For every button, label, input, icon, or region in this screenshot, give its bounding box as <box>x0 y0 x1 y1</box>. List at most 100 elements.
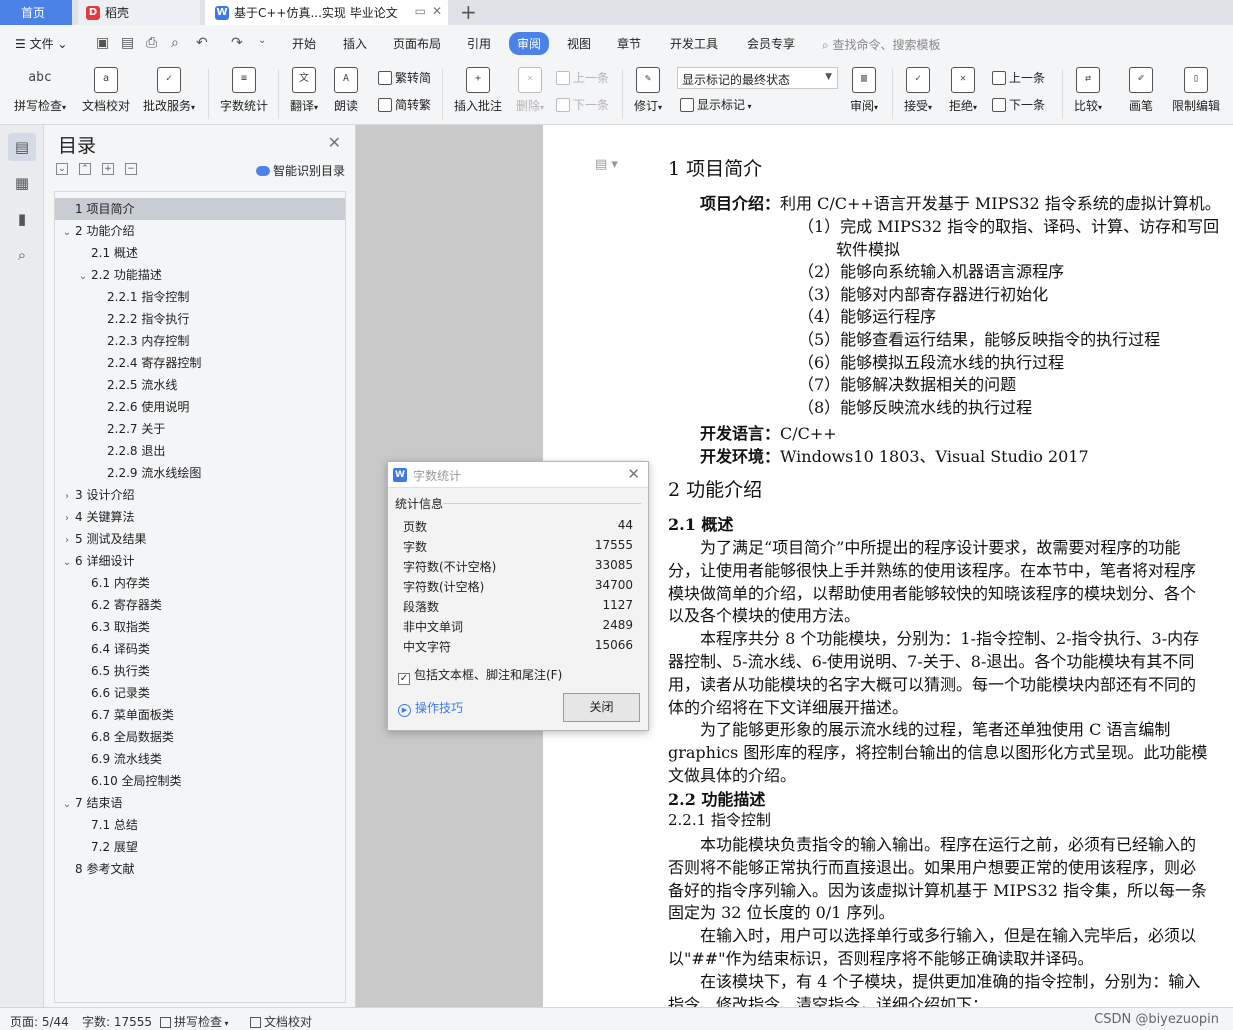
restrict-edit-button[interactable]: ▯ 限制编辑 <box>1170 67 1222 114</box>
tips-link[interactable]: ▶ 操作技巧 <box>398 699 463 717</box>
menu-member[interactable]: 会员专享 <box>747 35 795 52</box>
expand-up-icon[interactable]: ⌃ <box>79 163 91 175</box>
toc-item[interactable]: 7.1 总结 <box>55 814 345 836</box>
toc-item[interactable]: 2.2.8 退出 <box>55 440 345 462</box>
add-heading-icon[interactable]: + <box>102 163 114 175</box>
toc-item[interactable]: 2.2.3 内存控制 <box>55 330 345 352</box>
tab-document[interactable]: W 基于C++仿真...实现 毕业论文 ▭ ✕ <box>205 0 448 25</box>
insert-comment-button[interactable]: + 插入批注 <box>452 67 504 114</box>
toc-item[interactable]: › 5 测试及结果 <box>55 528 345 550</box>
find-icon[interactable]: ⌕ <box>8 241 36 269</box>
translate-button[interactable]: 文 翻译▾ <box>286 67 322 114</box>
tab-close-icon[interactable]: ✕ <box>432 4 442 18</box>
toc-item[interactable]: ⌄ 2.2 功能描述 <box>55 264 345 286</box>
status-doc-proof[interactable]: 文档校对 <box>250 1013 312 1030</box>
compare-button[interactable]: ⇄ 比较▾ <box>1070 67 1106 114</box>
prev-comment-button[interactable]: 上一条 <box>556 69 609 86</box>
word-count-button[interactable]: ≡ 字数统计 <box>218 67 270 114</box>
toc-item[interactable]: ⌄ 2 功能介绍 <box>55 220 345 242</box>
toc-item[interactable]: ⌄ 6 详细设计 <box>55 550 345 572</box>
chevron-right-icon[interactable]: › <box>61 486 73 508</box>
close-button[interactable]: 关闭 <box>563 693 640 722</box>
menu-insert[interactable]: 插入 <box>343 35 367 52</box>
accept-button[interactable]: ✓ 接受▾ <box>900 67 936 114</box>
toc-item[interactable]: 6.1 内存类 <box>55 572 345 594</box>
tab-pin-icon[interactable]: ▭ <box>415 4 426 18</box>
review-service-button[interactable]: ✓ 批改服务▾ <box>140 67 198 114</box>
export-pdf-icon[interactable]: ▤ <box>121 35 134 51</box>
review-pane-button[interactable]: ▥ 审阅▾ <box>846 67 882 114</box>
simp-to-trad-button[interactable]: 简转繁 <box>378 96 431 113</box>
reject-button[interactable]: ✕ 拒绝▾ <box>945 67 981 114</box>
toc-item[interactable]: 6.6 记录类 <box>55 682 345 704</box>
undo-icon[interactable]: ↶ <box>196 35 208 51</box>
word-count-indicator[interactable]: 字数: 17555 <box>82 1013 152 1030</box>
next-change-button[interactable]: 下一条 <box>992 96 1045 113</box>
tab-daoke[interactable]: D 稻壳 <box>78 0 200 25</box>
close-icon[interactable]: ✕ <box>328 133 341 152</box>
save-icon[interactable]: ▣ <box>96 35 109 51</box>
page-indicator[interactable]: 页面: 5/44 <box>10 1013 69 1030</box>
pen-button[interactable]: ✐ 画笔 <box>1123 67 1159 114</box>
toc-item[interactable]: › 3 设计介绍 <box>55 484 345 506</box>
chevron-down-icon[interactable]: ⌄ <box>77 266 89 288</box>
toc-item[interactable]: 7.2 展望 <box>55 836 345 858</box>
menu-view[interactable]: 视图 <box>567 35 591 52</box>
menu-review[interactable]: 审阅 <box>509 32 550 55</box>
toc-item[interactable]: 2.2.9 流水线绘图 <box>55 462 345 484</box>
menu-reference[interactable]: 引用 <box>467 35 491 52</box>
chevron-right-icon[interactable]: › <box>61 530 73 552</box>
prev-change-button[interactable]: 上一条 <box>992 69 1045 86</box>
menu-start[interactable]: 开始 <box>292 35 316 52</box>
toc-item[interactable]: 2.2.2 指令执行 <box>55 308 345 330</box>
toc-item[interactable]: 2.2.7 关于 <box>55 418 345 440</box>
toc-item[interactable]: 6.4 译码类 <box>55 638 345 660</box>
page-options-icon[interactable]: ▤ ▾ <box>595 157 618 172</box>
quick-access-more-icon[interactable]: ⌄ <box>258 35 266 46</box>
smart-toc-button[interactable]: 智能识别目录 <box>255 162 345 179</box>
print-preview-icon[interactable]: ⌕ <box>171 35 179 51</box>
toc-item[interactable]: 6.2 寄存器类 <box>55 594 345 616</box>
toc-item[interactable]: 6.10 全局控制类 <box>55 770 345 792</box>
command-search[interactable]: ⌕ 查找命令、搜索模板 <box>822 36 941 53</box>
collapse-all-icon[interactable]: ⌄ <box>56 163 68 175</box>
toc-item[interactable]: ⌄ 7 结束语 <box>55 792 345 814</box>
toc-item[interactable]: 2.2.5 流水线 <box>55 374 345 396</box>
chapter-nav-icon[interactable]: ▦ <box>8 169 36 197</box>
next-comment-button[interactable]: 下一条 <box>556 96 609 113</box>
toc-item[interactable]: › 4 关键算法 <box>55 506 345 528</box>
toc-item[interactable]: 6.9 流水线类 <box>55 748 345 770</box>
toc-item[interactable]: 1 项目简介 <box>55 198 345 220</box>
show-markup-button[interactable]: 显示标记 ▾ <box>680 96 752 113</box>
remove-heading-icon[interactable]: − <box>125 163 137 175</box>
markup-mode-select[interactable]: 显示标记的最终状态 ▼ <box>677 67 838 89</box>
toc-item[interactable]: 6.5 执行类 <box>55 660 345 682</box>
toc-item[interactable]: 2.2.6 使用说明 <box>55 396 345 418</box>
new-tab-button[interactable]: + <box>460 0 477 24</box>
chevron-down-icon[interactable]: ⌄ <box>61 794 73 816</box>
toc-item[interactable]: 6.3 取指类 <box>55 616 345 638</box>
chevron-right-icon[interactable]: › <box>61 508 73 530</box>
toc-item[interactable]: 6.7 菜单面板类 <box>55 704 345 726</box>
read-aloud-button[interactable]: A 朗读 <box>330 67 362 114</box>
close-icon[interactable]: ✕ <box>627 465 640 483</box>
toc-panel-icon[interactable]: ▤ <box>8 133 36 161</box>
toc-item[interactable]: 2.2.1 指令控制 <box>55 286 345 308</box>
include-textbox-checkbox[interactable]: ✓ 包括文本框、脚注和尾注(F) <box>398 666 562 685</box>
menu-page-layout[interactable]: 页面布局 <box>393 35 441 52</box>
trad-to-simp-button[interactable]: 繁转简 <box>378 69 431 86</box>
chevron-down-icon[interactable]: ⌄ <box>61 222 73 244</box>
menu-chapter[interactable]: 章节 <box>617 35 641 52</box>
bookmark-icon[interactable]: ▮ <box>8 205 36 233</box>
toc-item[interactable]: 2.2.4 寄存器控制 <box>55 352 345 374</box>
file-menu[interactable]: ☰ 文件 ⌄ <box>15 35 67 52</box>
doc-proof-button[interactable]: a 文档校对 <box>80 67 132 114</box>
chevron-down-icon[interactable]: ⌄ <box>61 552 73 574</box>
track-changes-button[interactable]: ✎ 修订▾ <box>630 67 666 114</box>
print-icon[interactable]: ⎙ <box>146 35 157 51</box>
toc-item[interactable]: 2.1 概述 <box>55 242 345 264</box>
spell-check-button[interactable]: abc 拼写检查▾ <box>10 67 70 114</box>
status-spell-check[interactable]: 拼写检查 ▾ <box>160 1013 229 1030</box>
redo-icon[interactable]: ↷ <box>231 35 243 51</box>
menu-developer[interactable]: 开发工具 <box>670 35 718 52</box>
